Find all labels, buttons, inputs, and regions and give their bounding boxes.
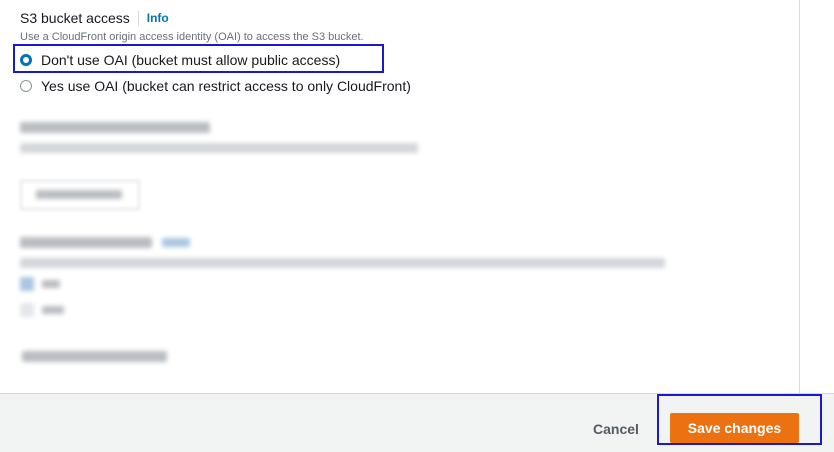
blurred-field-description	[20, 258, 665, 268]
blurred-field-label	[20, 122, 210, 133]
section-description: Use a CloudFront origin access identity …	[20, 31, 364, 43]
section-title: S3 bucket access	[20, 10, 130, 26]
edit-origin-page: S3 bucket access Info Use a CloudFront o…	[0, 0, 834, 452]
blurred-radio-label	[42, 280, 60, 288]
radio-option-use-oai[interactable]: Yes use OAI (bucket can restrict access …	[20, 78, 411, 94]
radio-unselected-icon[interactable]	[20, 80, 32, 92]
blurred-field-label	[20, 237, 152, 248]
radio-option-label: Yes use OAI (bucket can restrict access …	[41, 78, 411, 94]
blurred-radio-icon	[20, 303, 34, 317]
blurred-info-link	[162, 238, 190, 247]
s3-bucket-access-header: S3 bucket access Info	[20, 10, 169, 26]
blurred-expander	[22, 351, 167, 362]
blurred-button-label	[36, 190, 122, 199]
blurred-field-description	[20, 143, 418, 153]
blurred-radio-label	[42, 306, 64, 314]
title-divider	[137, 10, 139, 26]
cancel-button[interactable]: Cancel	[593, 421, 639, 437]
highlight-box-save-button	[657, 394, 822, 445]
highlight-box-selected-option	[13, 44, 384, 73]
blurred-radio-icon	[20, 277, 34, 291]
info-link[interactable]: Info	[147, 11, 169, 25]
